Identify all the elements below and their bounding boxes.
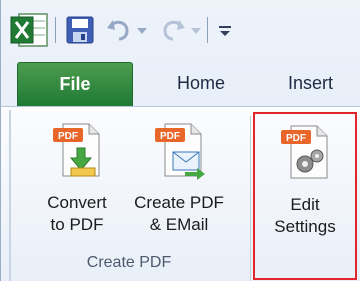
excel-icon[interactable] <box>9 11 49 49</box>
email-label-line2: & EMail <box>149 215 209 234</box>
ribbon-tabs: File Home Insert <box>1 60 360 106</box>
svg-text:PDF: PDF <box>160 131 180 142</box>
undo-dropdown-icon[interactable] <box>135 24 149 38</box>
convert-label-line1: Convert <box>47 193 107 212</box>
redo-icon[interactable] <box>159 16 187 44</box>
excel-window: File Home Insert PDF Convert to PDF PDF … <box>0 0 360 281</box>
create-pdf-email-button[interactable]: PDF Create PDF & EMail <box>123 110 235 250</box>
convert-pdf-icon: PDF <box>49 120 105 180</box>
save-icon[interactable] <box>65 14 95 46</box>
redo-dropdown-icon[interactable] <box>189 24 203 38</box>
email-label-line1: Create PDF <box>134 193 224 212</box>
customize-toolbar-icon[interactable] <box>215 20 235 42</box>
convert-label-line2: to PDF <box>50 215 104 234</box>
settings-pdf-icon: PDF <box>277 122 333 182</box>
tab-home[interactable]: Home <box>151 60 251 106</box>
svg-text:PDF: PDF <box>58 131 78 142</box>
undo-icon[interactable] <box>105 16 133 44</box>
tab-insert[interactable]: Insert <box>266 60 360 106</box>
group-label-create-pdf: Create PDF <box>86 254 172 271</box>
group-separator <box>250 116 251 281</box>
edit-settings-button[interactable]: PDF Edit Settings <box>253 112 357 280</box>
convert-to-pdf-button[interactable]: PDF Convert to PDF <box>29 110 125 250</box>
toolbar-separator <box>207 17 208 43</box>
tab-file[interactable]: File <box>17 62 133 106</box>
svg-text:PDF: PDF <box>286 133 306 144</box>
toolbar-separator <box>55 17 56 43</box>
edit-label-line2: Settings <box>274 217 336 236</box>
email-pdf-icon: PDF <box>151 120 207 180</box>
edit-label-line1: Edit <box>290 195 320 214</box>
quick-access-toolbar <box>1 0 360 60</box>
